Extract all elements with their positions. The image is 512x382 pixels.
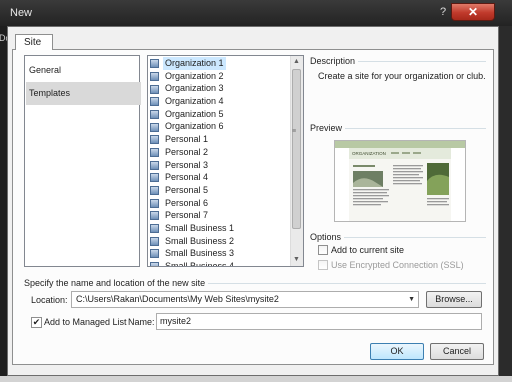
template-item[interactable]: Small Business 1 [148,222,292,235]
close-button[interactable]: ✕ [451,3,495,21]
site-template-icon [150,262,159,266]
template-item-label: Organization 2 [165,70,224,81]
window-title: New [10,7,33,19]
site-template-icon [150,236,159,246]
template-item-label: Personal 2 [165,146,209,157]
add-to-current-site-label[interactable]: Add to current site [331,245,404,255]
template-item-label: Organization 3 [165,83,224,94]
encrypted-connection-label: Use Encrypted Connection (SSL) [331,260,464,270]
site-template-icon [150,186,159,195]
template-item[interactable]: Organization 1 [148,57,292,70]
scroll-up-icon[interactable]: ▲ [293,58,300,65]
template-item-label: Personal 5 [165,184,209,195]
template-item-label: Organization 6 [165,121,224,132]
site-name-input[interactable]: mysite2 [156,313,482,330]
template-item[interactable]: Personal 6 [148,197,292,210]
location-combobox[interactable]: C:\Users\Rakan\Documents\My Web Sites\my… [71,291,419,308]
template-item-label: Organization 5 [165,108,224,119]
chevron-down-icon[interactable]: ▼ [408,292,415,307]
add-to-managed-list-label[interactable]: Add to Managed List [44,317,127,327]
category-list[interactable]: General Templates [24,55,141,267]
site-template-icon [150,122,159,132]
category-item-templates[interactable]: Templates [26,82,141,105]
site-preview-thumbnail: ORGANIZATION [335,141,465,221]
scrollbar-thumb[interactable] [292,69,301,229]
description-text: Create a site for your organization or c… [318,71,486,81]
template-item-label: Small Business 4 [165,261,235,267]
template-item[interactable]: Personal 4 [148,171,292,184]
template-item-label: Personal 3 [165,159,209,170]
site-template-icon [150,71,159,81]
template-item-label: Personal 1 [165,134,209,145]
background-window-strip [0,26,7,382]
template-item[interactable]: Personal 5 [148,184,292,197]
template-item[interactable]: Small Business 4 [148,260,292,267]
template-item-label: Small Business 1 [165,222,235,233]
template-item[interactable]: Personal 3 [148,159,292,172]
background-edge [0,376,512,382]
site-template-icon [150,198,159,208]
template-item[interactable]: Organization 3 [148,82,292,95]
site-template-icon [150,224,159,234]
template-item[interactable]: Personal 7 [148,209,292,222]
location-label: Location: [31,295,68,305]
grip-icon: ≡ [292,128,297,135]
scroll-down-icon[interactable]: ▼ [293,256,300,263]
site-template-icon [150,109,159,119]
template-item[interactable]: Organization 6 [148,120,292,133]
tab-site[interactable]: Site [15,34,53,50]
site-template-icon [150,160,159,170]
site-template-icon [150,135,159,145]
name-label: Name: [128,317,155,327]
site-template-icon [150,211,159,221]
template-item-label: Personal 6 [165,197,209,208]
template-item-label: Personal 7 [165,210,209,221]
site-template-icon [150,249,159,259]
description-heading: Description [310,56,359,66]
template-item[interactable]: Personal 1 [148,133,292,146]
options-heading: Options [310,232,345,242]
template-item-label: Personal 4 [165,172,209,183]
template-list[interactable]: Organization 1 Organization 2 Organization… [147,55,304,267]
template-item[interactable]: Personal 2 [148,146,292,159]
site-template-icon [150,59,159,69]
template-item[interactable]: Small Business 3 [148,247,292,260]
template-item[interactable]: Organization 5 [148,108,292,121]
template-item-label: Organization 1 [163,57,226,70]
add-to-current-site-checkbox[interactable] [318,245,328,255]
site-template-icon [150,147,159,157]
template-rows: Organization 1 Organization 2 Organization… [148,57,292,267]
site-template-icon [150,84,159,94]
template-item-label: Organization 4 [165,96,224,107]
cancel-button[interactable]: Cancel [430,343,484,360]
browse-button[interactable]: Browse... [426,291,482,308]
preview-heading: Preview [310,123,346,133]
template-item-label: Small Business 3 [165,248,235,259]
encrypted-connection-checkbox [318,260,328,270]
site-location-section-label: Specify the name and location of the new… [24,278,206,288]
template-item[interactable]: Organization 4 [148,95,292,108]
category-item-general[interactable]: General [26,59,141,82]
preview-site-name: ORGANIZATION [352,151,386,156]
template-item[interactable]: Organization 2 [148,70,292,83]
add-to-managed-list-checkbox[interactable]: ✔ [31,317,42,328]
location-value[interactable]: C:\Users\Rakan\Documents\My Web Sites\my… [76,294,279,304]
template-list-scrollbar[interactable]: ▲ ≡ ▼ [290,56,303,266]
template-item-label: Small Business 2 [165,235,235,246]
site-template-icon [150,97,159,107]
help-icon[interactable]: ? [436,5,450,19]
site-template-icon [150,173,159,183]
site-location-rule [208,283,486,284]
preview-image: ORGANIZATION [334,140,466,222]
ok-button[interactable]: OK [370,343,424,360]
template-item[interactable]: Small Business 2 [148,235,292,248]
